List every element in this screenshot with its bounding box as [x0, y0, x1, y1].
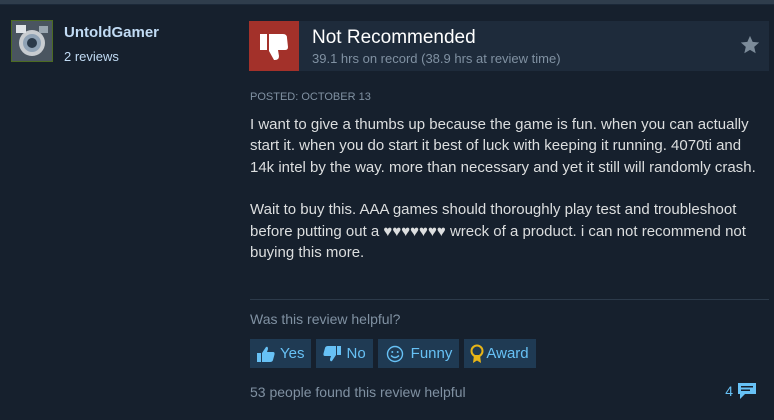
posted-date: POSTED: OCTOBER 13 [250, 91, 371, 103]
award-icon [470, 344, 484, 363]
funny-button[interactable]: Funny [377, 339, 460, 368]
helpful-question: Was this review helpful? [250, 311, 401, 327]
top-separator [0, 0, 774, 4]
review-paragraph: Wait to buy this. AAA games should thoro… [250, 201, 746, 262]
yes-label: Yes [280, 345, 305, 362]
hours-on-record: 39.1 hrs on record (38.9 hrs at review t… [312, 51, 561, 66]
award-label: Award [486, 345, 529, 362]
review-verdict: Not Recommended [312, 27, 476, 48]
vote-header[interactable]: Not Recommended 39.1 hrs on record (38.9… [249, 21, 769, 71]
no-label: No [346, 345, 366, 362]
comments-link[interactable]: 4 [725, 381, 758, 401]
comment-count: 4 [725, 383, 733, 399]
funny-label: Funny [410, 345, 453, 362]
no-button[interactable]: No [316, 339, 373, 368]
avatar[interactable] [11, 20, 53, 62]
divider [250, 299, 769, 300]
star-icon[interactable] [739, 34, 761, 56]
review-paragraph: I want to give a thumbs up because the g… [250, 116, 756, 176]
avatar-image [12, 21, 52, 61]
thumbs-down-icon [260, 34, 288, 60]
thumbs-down-icon [323, 345, 342, 361]
thumbs-up-icon [257, 346, 275, 362]
author-name[interactable]: UntoldGamer [64, 24, 159, 41]
helpful-count: 53 people found this review helpful [250, 384, 466, 400]
review-body: I want to give a thumbs up because the g… [250, 114, 768, 284]
award-button[interactable]: Award [464, 339, 536, 368]
smiley-icon [386, 345, 403, 362]
feedback-buttons: Yes No Funny Award [250, 339, 536, 368]
yes-button[interactable]: Yes [250, 339, 312, 368]
thumbs-down-box [249, 21, 299, 71]
comment-icon [738, 383, 756, 399]
author-review-count[interactable]: 2 reviews [64, 49, 119, 64]
review-card: UntoldGamer 2 reviews Not Recommended 39… [0, 5, 774, 420]
